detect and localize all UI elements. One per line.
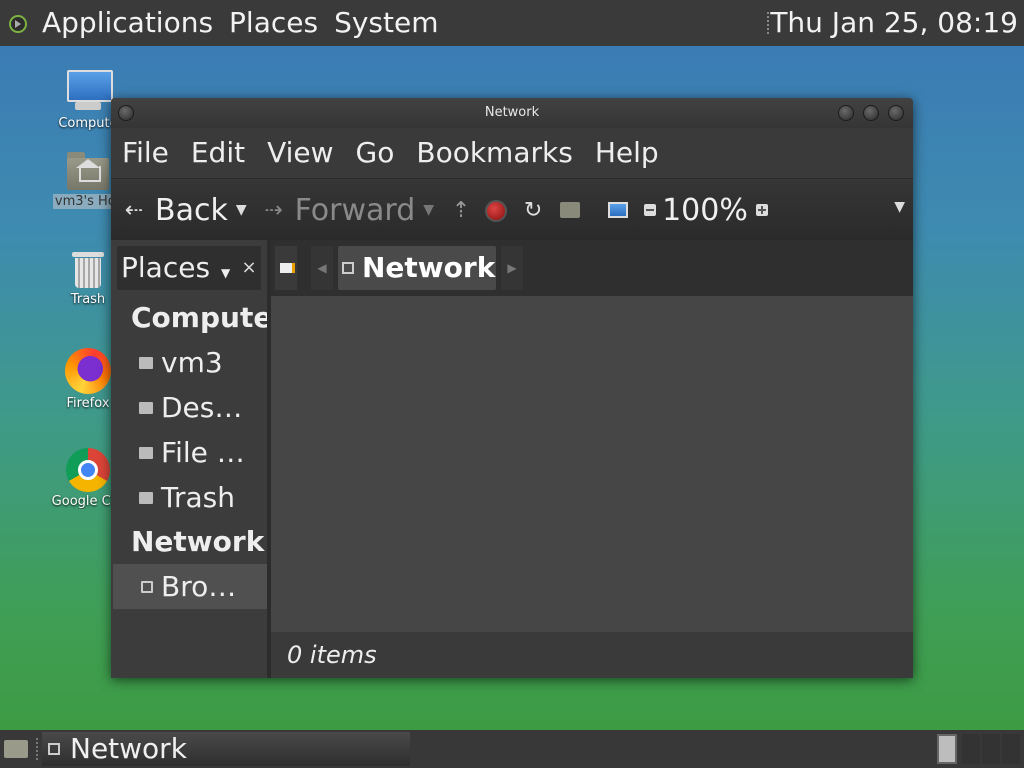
window-titlebar[interactable]: Network	[111, 98, 913, 128]
back-history-chevron-icon[interactable]: ▼	[236, 202, 247, 218]
location-edit-icon[interactable]	[275, 246, 297, 290]
menu-edit[interactable]: Edit	[180, 128, 256, 178]
clock[interactable]: Thu Jan 25, 08:19	[770, 0, 1018, 46]
file-view[interactable]	[271, 296, 913, 632]
sidebar-item-label: Bro…	[161, 570, 237, 603]
back-button[interactable]: ⇠ Back	[121, 193, 228, 228]
main-menu-icon[interactable]	[6, 12, 28, 34]
sidebar-header-label: Places	[121, 251, 211, 284]
trash-icon	[70, 250, 106, 290]
forward-arrow-icon: ⇢	[264, 197, 283, 223]
forward-button[interactable]: ⇢ Forward	[261, 192, 416, 228]
back-arrow-icon: ⇠	[124, 197, 144, 223]
forward-label: Forward	[294, 192, 416, 228]
workspace-3[interactable]	[982, 734, 1000, 764]
zoom-level[interactable]: 100%	[662, 193, 748, 228]
file-manager-window: Network File Edit View Go Bookmarks Help…	[111, 98, 913, 678]
home-folder-icon	[65, 150, 111, 192]
zoom-in-icon[interactable]	[755, 204, 768, 216]
reload-icon[interactable]: ↻	[520, 198, 546, 223]
breadcrumb-label: Network	[362, 251, 496, 284]
path-scroll-left-icon[interactable]: ◀	[311, 246, 333, 290]
toolbar-overflow-chevron-icon[interactable]: ▼	[894, 199, 905, 215]
sidebar-item-vm3[interactable]: vm3	[111, 340, 267, 385]
computer-icon	[65, 68, 113, 114]
show-desktop-icon[interactable]	[2, 736, 30, 762]
breadcrumb-network[interactable]: Network	[338, 246, 496, 290]
network-icon	[342, 262, 354, 274]
top-panel: Applications Places System Thu Jan 25, 0…	[0, 0, 1024, 46]
menu-system[interactable]: System	[326, 0, 446, 46]
firefox-icon	[65, 348, 111, 394]
workspace-4[interactable]	[1002, 734, 1020, 764]
panel-separator	[36, 738, 40, 760]
forward-history-chevron-icon[interactable]: ▼	[423, 202, 434, 218]
sidebar-item-browse-network[interactable]: Bro…	[113, 564, 267, 609]
path-bar: ◀ Network ▶	[271, 240, 913, 296]
computer-icon[interactable]	[608, 202, 629, 218]
sidebar-item-label: File …	[161, 436, 245, 469]
sidebar-section-title: Network	[131, 525, 265, 558]
sidebar-item-label: Trash	[161, 481, 235, 514]
menu-view[interactable]: View	[256, 128, 344, 178]
desktop-folder-icon	[139, 401, 153, 414]
window-title: Network	[484, 105, 540, 120]
bottom-panel: Network	[0, 730, 1024, 768]
main-pane: ◀ Network ▶ 0 items	[271, 240, 913, 678]
sidebar-header-chevron-icon: ▼	[220, 266, 231, 280]
sidebar-item-desktop[interactable]: Des…	[111, 385, 267, 430]
sidebar-item-filesystem[interactable]: File …	[111, 430, 267, 475]
sidebar-header[interactable]: Places ▼	[117, 246, 239, 290]
sidebar-item-label: Des…	[161, 391, 243, 424]
top-menu: Applications Places System	[0, 0, 447, 46]
sidebar-list: Compute vm3 Des… File … Trash Network Br…	[111, 296, 267, 609]
home-folder-icon	[139, 356, 153, 369]
close-icon[interactable]	[888, 105, 904, 121]
content-area: Places ▼ × Compute vm3 Des… File … Trash…	[111, 240, 913, 678]
menu-places[interactable]: Places	[221, 0, 326, 46]
sidebar: Places ▼ × Compute vm3 Des… File … Trash…	[111, 240, 267, 678]
sidebar-close-button[interactable]: ×	[237, 246, 261, 290]
drive-icon	[139, 446, 153, 459]
menu-go[interactable]: Go	[345, 128, 406, 178]
toolbar: ⇠ Back ▼ ⇢ Forward ▼ ⇡ ↻ 100% ▼	[111, 178, 913, 241]
taskbar-button-network[interactable]: Network	[42, 732, 410, 766]
sidebar-item-trash[interactable]: Trash	[111, 475, 267, 520]
minimize-icon[interactable]	[838, 105, 854, 121]
menu-bookmarks[interactable]: Bookmarks	[405, 128, 583, 178]
menubar: File Edit View Go Bookmarks Help	[111, 128, 913, 178]
trash-icon	[139, 491, 153, 504]
sidebar-item-label: vm3	[161, 346, 223, 379]
network-icon	[48, 743, 60, 755]
stop-icon[interactable]	[484, 199, 508, 222]
menu-file[interactable]: File	[111, 128, 180, 178]
menu-help[interactable]: Help	[584, 128, 670, 178]
status-bar: 0 items	[271, 632, 913, 678]
maximize-icon[interactable]	[863, 105, 879, 121]
zoom-out-icon[interactable]	[644, 204, 657, 216]
home-icon[interactable]	[560, 202, 581, 218]
sidebar-section-title: Compute	[131, 301, 267, 334]
taskbar-button-label: Network	[70, 732, 187, 765]
menu-applications[interactable]: Applications	[34, 0, 221, 46]
workspace-1[interactable]	[937, 734, 957, 764]
up-icon[interactable]: ⇡	[448, 198, 474, 223]
chrome-icon	[66, 448, 110, 492]
network-icon	[141, 580, 153, 593]
back-label: Back	[155, 192, 228, 228]
workspace-2[interactable]	[962, 734, 980, 764]
path-scroll-right-icon[interactable]: ▶	[501, 246, 523, 290]
